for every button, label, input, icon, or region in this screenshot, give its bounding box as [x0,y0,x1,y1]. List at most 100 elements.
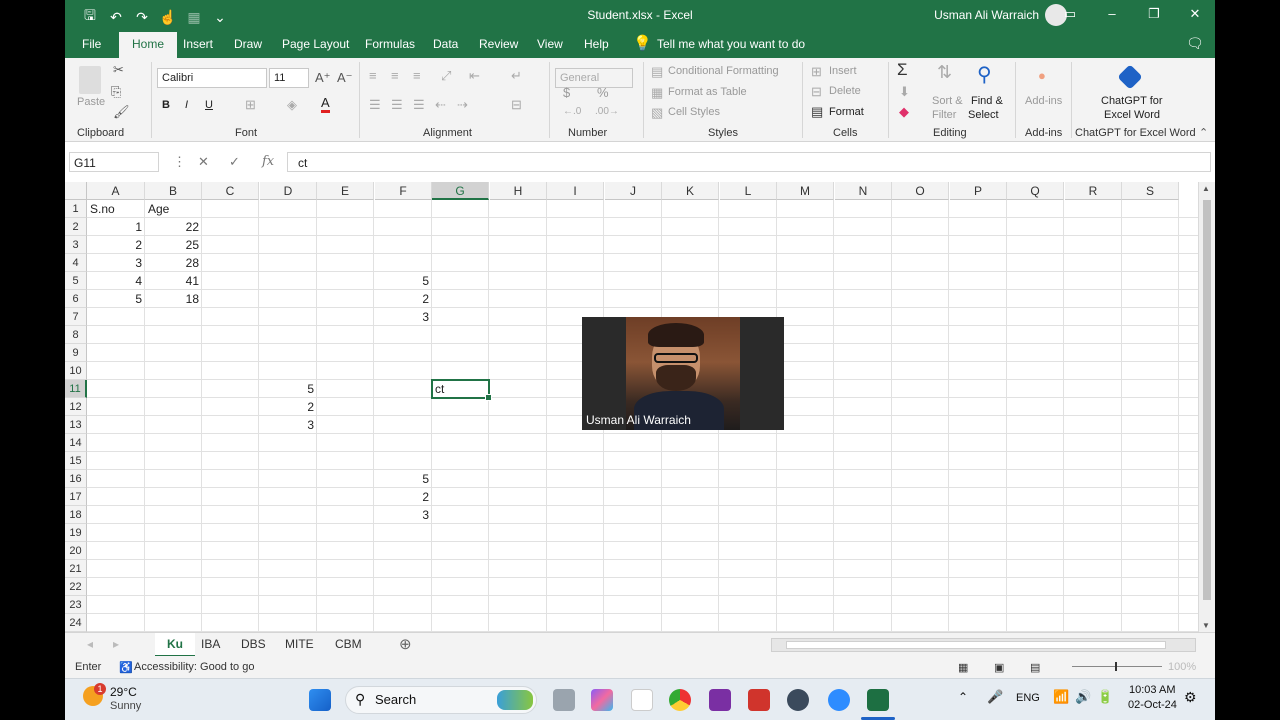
tray-chevron-icon[interactable]: ⌃ [958,690,968,704]
column-header-o[interactable]: O [892,182,949,200]
horizontal-scrollbar[interactable] [771,638,1196,652]
orientation-icon[interactable]: ⤢ [441,68,451,84]
align-left-icon[interactable]: ☰ [369,97,381,113]
volume-icon[interactable]: 🔊 [1075,689,1091,705]
percent-button[interactable]: % [597,85,609,100]
column-header-d[interactable]: D [260,182,317,200]
tab-formulas[interactable]: Formulas [365,37,415,51]
zoom-slider-thumb[interactable] [1115,662,1117,671]
chrome-icon[interactable] [669,689,691,711]
formula-input[interactable]: ct [287,152,1211,172]
notifications-icon[interactable]: ⚙ [1184,689,1197,706]
rtl-icon[interactable]: ⇤ [469,68,480,84]
chatgpt-button-line2[interactable]: Excel Word [1104,109,1160,121]
column-header-j[interactable]: J [605,182,662,200]
find-select-button-line2[interactable]: Select [968,109,999,121]
cell-b6[interactable]: 18 [145,290,202,308]
decrease-indent-icon[interactable]: ⇠ [435,97,446,113]
cell-d12[interactable]: 2 [260,398,317,416]
tab-data[interactable]: Data [433,37,458,51]
italic-button[interactable]: I [185,99,188,111]
weather-temp[interactable]: 29°C [110,685,137,699]
column-header-p[interactable]: P [950,182,1007,200]
cell-a6[interactable]: 5 [87,290,145,308]
font-size-select[interactable]: 11 [269,68,309,88]
cell-f5[interactable]: 5 [375,272,432,290]
clear-icon[interactable]: ◆ [899,104,909,120]
row-header-3[interactable]: 3 [65,236,87,254]
cell-a2[interactable]: 1 [87,218,145,236]
row-header-22[interactable]: 22 [65,578,87,596]
cell-a4[interactable]: 3 [87,254,145,272]
column-header-g[interactable]: G [432,182,489,200]
column-header-s[interactable]: S [1122,182,1179,200]
clock-date[interactable]: 02-Oct-24 [1128,699,1177,711]
normal-view-icon[interactable]: ▦ [958,661,968,674]
row-header-15[interactable]: 15 [65,452,87,470]
format-cells-button[interactable]: Format [829,106,864,118]
conditional-formatting-button[interactable]: Conditional Formatting [668,65,779,77]
column-header-n[interactable]: N [835,182,892,200]
zoom-level[interactable]: 100% [1168,661,1196,673]
row-header-12[interactable]: 12 [65,398,87,416]
column-header-l[interactable]: L [720,182,777,200]
restore-icon[interactable]: ❐ [1144,6,1164,22]
copy-icon[interactable]: ⎘ [111,84,121,100]
user-name[interactable]: Usman Ali Warraich [934,8,1039,22]
sheet-tab-ku[interactable]: Ku [155,633,195,657]
format-painter-icon[interactable]: 🖌 [113,104,130,120]
row-header-9[interactable]: 9 [65,344,87,362]
align-middle-icon[interactable]: ≡ [391,68,399,83]
cell-a1[interactable]: S.no [87,200,145,218]
tab-view[interactable]: View [537,37,563,51]
cell-f17[interactable]: 2 [375,488,432,506]
prev-sheet-icon[interactable]: ◂ [87,637,93,651]
tab-draw[interactable]: Draw [234,37,262,51]
delete-cells-button[interactable]: Delete [829,85,861,97]
copilot-icon[interactable] [591,689,613,711]
row-header-16[interactable]: 16 [65,470,87,488]
column-header-h[interactable]: H [490,182,547,200]
acrobat-icon[interactable] [748,689,770,711]
wifi-icon[interactable]: 📶 [1053,689,1069,705]
row-header-6[interactable]: 6 [65,290,87,308]
cell-a5[interactable]: 4 [87,272,145,290]
insert-cells-button[interactable]: Insert [829,65,857,77]
cut-icon[interactable]: ✂ [113,62,124,78]
fill-color-icon[interactable]: ◈ [287,97,297,113]
cell-b3[interactable]: 25 [145,236,202,254]
align-right-icon[interactable]: ☰ [413,97,425,113]
weather-desc[interactable]: Sunny [110,700,141,712]
page-break-view-icon[interactable]: ▤ [1030,661,1040,674]
active-cell-border[interactable] [431,379,492,401]
accessibility-status[interactable]: Accessibility: Good to go [134,661,254,673]
cell-d13[interactable]: 3 [260,416,317,434]
sheet-tab-iba[interactable]: IBA [201,637,220,651]
tab-page-layout[interactable]: Page Layout [282,37,349,51]
row-header-18[interactable]: 18 [65,506,87,524]
enter-icon[interactable]: ✓ [229,154,240,170]
vertical-scrollbar[interactable]: ▲ ▼ [1198,182,1215,632]
next-sheet-icon[interactable]: ▸ [113,637,119,651]
borders-icon[interactable]: ⊞ [245,97,256,113]
minimize-icon[interactable]: – [1102,6,1122,21]
sheet-tab-mite[interactable]: MITE [285,637,314,651]
merge-center-icon[interactable]: ⊟ [511,97,522,113]
column-header-m[interactable]: M [777,182,834,200]
row-header-21[interactable]: 21 [65,560,87,578]
tab-review[interactable]: Review [479,37,518,51]
collapse-ribbon-icon[interactable]: ⌃ [1199,126,1208,139]
column-header-c[interactable]: C [202,182,259,200]
battery-icon[interactable]: 🔋 [1097,689,1113,705]
cell-d11[interactable]: 5 [260,380,317,398]
currency-button[interactable]: $ [563,85,570,100]
select-all-corner[interactable] [65,182,87,200]
font-family-select[interactable]: Calibri [157,68,267,88]
align-top-icon[interactable]: ≡ [369,68,377,83]
column-header-e[interactable]: E [317,182,374,200]
column-header-f[interactable]: F [375,182,432,200]
find-select-button[interactable]: Find & [971,95,1003,107]
cell-f16[interactable]: 5 [375,470,432,488]
row-header-5[interactable]: 5 [65,272,87,290]
cell-f6[interactable]: 2 [375,290,432,308]
